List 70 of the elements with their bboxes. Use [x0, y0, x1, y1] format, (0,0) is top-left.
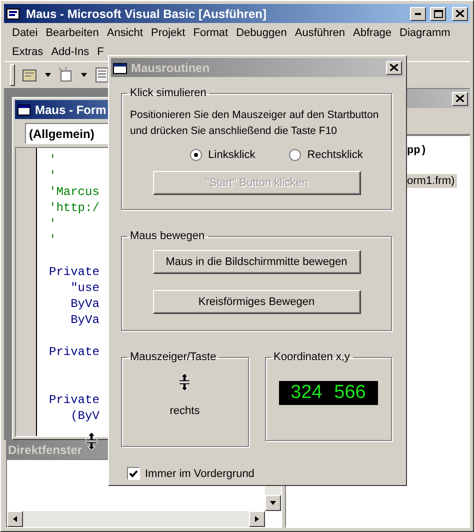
group-title: Maus bewegen — [129, 230, 206, 242]
code-line: "use — [70, 280, 100, 296]
move-button[interactable]: Kreisförmiges Bewegen — [152, 290, 360, 314]
window-icon — [113, 62, 127, 74]
dialog-title: Mausroutinen — [131, 60, 210, 74]
check-icon — [129, 470, 138, 478]
close-icon — [390, 64, 398, 71]
menu-item[interactable]: Format — [189, 26, 232, 38]
code-line: Private — [49, 344, 100, 360]
left-arrow-icon — [12, 516, 18, 522]
down-arrow-icon — [81, 72, 87, 78]
code-line: Private — [49, 264, 100, 280]
minimize-icon — [415, 12, 421, 14]
group-title: Koordinaten x,y — [272, 351, 351, 363]
close-button[interactable] — [386, 60, 402, 74]
form-icon — [17, 102, 31, 116]
code-comment: ' — [49, 168, 58, 184]
close-button[interactable] — [452, 92, 468, 106]
key-label: rechts — [170, 405, 200, 417]
resize-cursor-icon — [178, 373, 192, 391]
menu-item[interactable]: Ausführen — [290, 26, 350, 38]
code-line: Private — [49, 392, 100, 408]
menu-item[interactable]: Diagramm — [396, 26, 454, 38]
down-arrow-icon — [45, 72, 51, 78]
window-title: Maus - Microsoft Visual Basic [Ausführen] — [26, 6, 266, 20]
y-coordinate: 566 — [334, 382, 366, 404]
radio-option[interactable]: Rechtsklick — [289, 149, 363, 161]
radio-option[interactable]: Linksklick — [190, 149, 256, 161]
menu-item[interactable]: Projekt — [146, 26, 190, 38]
horizontal-scrollbar[interactable] — [7, 511, 265, 527]
close-icon — [456, 10, 464, 17]
app-icon — [6, 6, 22, 22]
code-window-title: Maus - Form — [35, 102, 106, 116]
menu-item[interactable]: Abfrage — [349, 26, 396, 38]
right-arrow-icon — [254, 516, 260, 522]
menu-item[interactable]: Ansicht — [102, 26, 147, 38]
instruction-text: Positionieren Sie den Mauszeiger auf den Startbutton — [130, 108, 379, 123]
group-title: Klick simulieren — [129, 87, 208, 99]
code-line: (ByV — [70, 408, 100, 424]
x-coordinate: 324 — [290, 382, 322, 404]
group-title: Mauszeiger/Taste — [129, 351, 218, 363]
menu-item[interactable]: Debuggen — [232, 26, 291, 38]
maximize-button[interactable] — [430, 6, 446, 20]
menu-item[interactable]: Bearbeiten — [42, 26, 103, 38]
minimize-button[interactable] — [410, 6, 426, 20]
menu-item[interactable]: Add-Ins — [47, 46, 94, 58]
tree-item[interactable]: orm1.frm) — [405, 174, 457, 188]
scroll-down-button[interactable] — [265, 495, 281, 511]
close-icon — [456, 95, 464, 102]
code-comment: ' — [49, 216, 58, 232]
menu-item[interactable]: F — [93, 46, 108, 58]
code-comment: ' — [49, 152, 58, 168]
instruction-text: und drücken Sie anschließend die Taste F10 — [130, 124, 338, 139]
code-comment: 'http:/ — [49, 200, 100, 216]
code-line: ByVa — [70, 296, 100, 312]
radio-dot-icon — [194, 153, 198, 157]
menu-item[interactable]: Datei — [8, 26, 42, 38]
down-arrow-icon — [270, 500, 276, 506]
menu-item[interactable]: Extras — [8, 46, 48, 58]
move-button[interactable]: Maus in die Bildschirmmitte bewegen — [152, 250, 360, 274]
scroll-left-button[interactable] — [7, 511, 23, 527]
scroll-right-button[interactable] — [249, 511, 265, 527]
code-comment: ' — [49, 232, 58, 248]
maximize-icon — [434, 10, 442, 18]
tree-item[interactable]: pp) — [405, 144, 429, 158]
code-line: ByVa — [70, 312, 100, 328]
immediate-title: Direktfenster — [8, 442, 82, 456]
close-button[interactable] — [452, 6, 468, 20]
code-comment: 'Marcus — [49, 184, 100, 200]
always-on-top-checkbox[interactable]: Immer im Vordergrund — [127, 467, 392, 480]
